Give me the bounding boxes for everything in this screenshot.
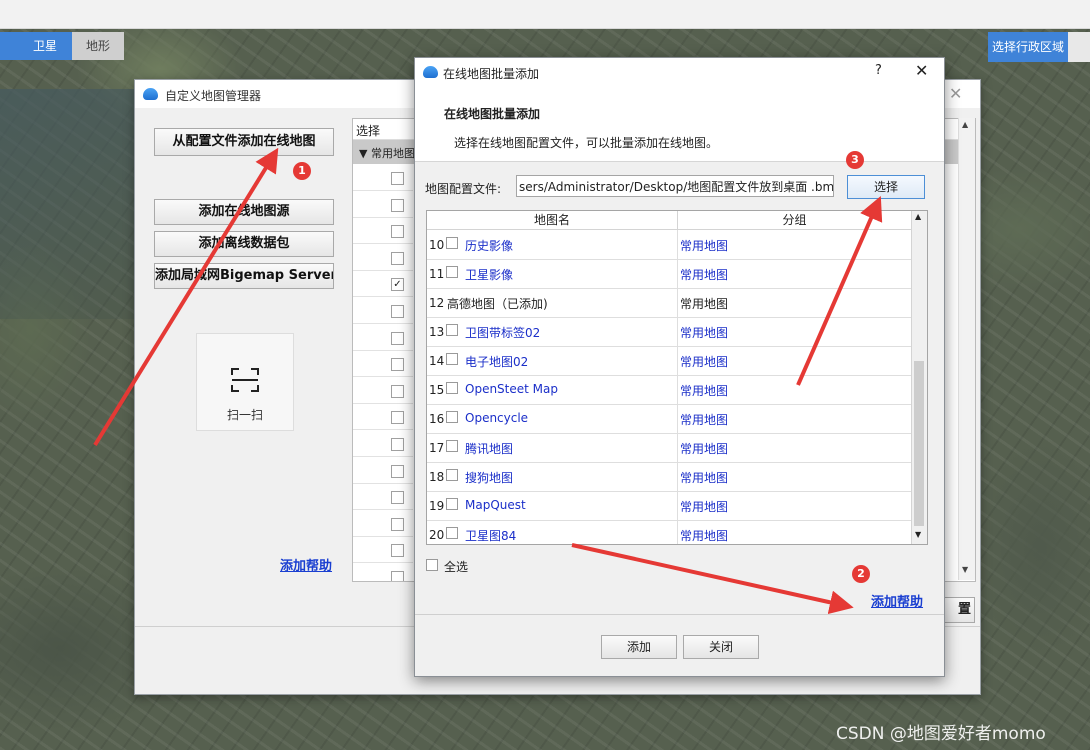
arrow-3 (796, 196, 883, 386)
arrow-2 (571, 543, 854, 615)
annotation-arrows (93, 147, 883, 615)
annotation-badge-3: 3 (846, 151, 864, 169)
watermark: CSDN @地图爱好者momo (836, 724, 1046, 744)
arrow-1 (93, 147, 279, 447)
annotation-badge-1: 1 (293, 162, 311, 180)
annotation-badge-2: 2 (852, 565, 870, 583)
